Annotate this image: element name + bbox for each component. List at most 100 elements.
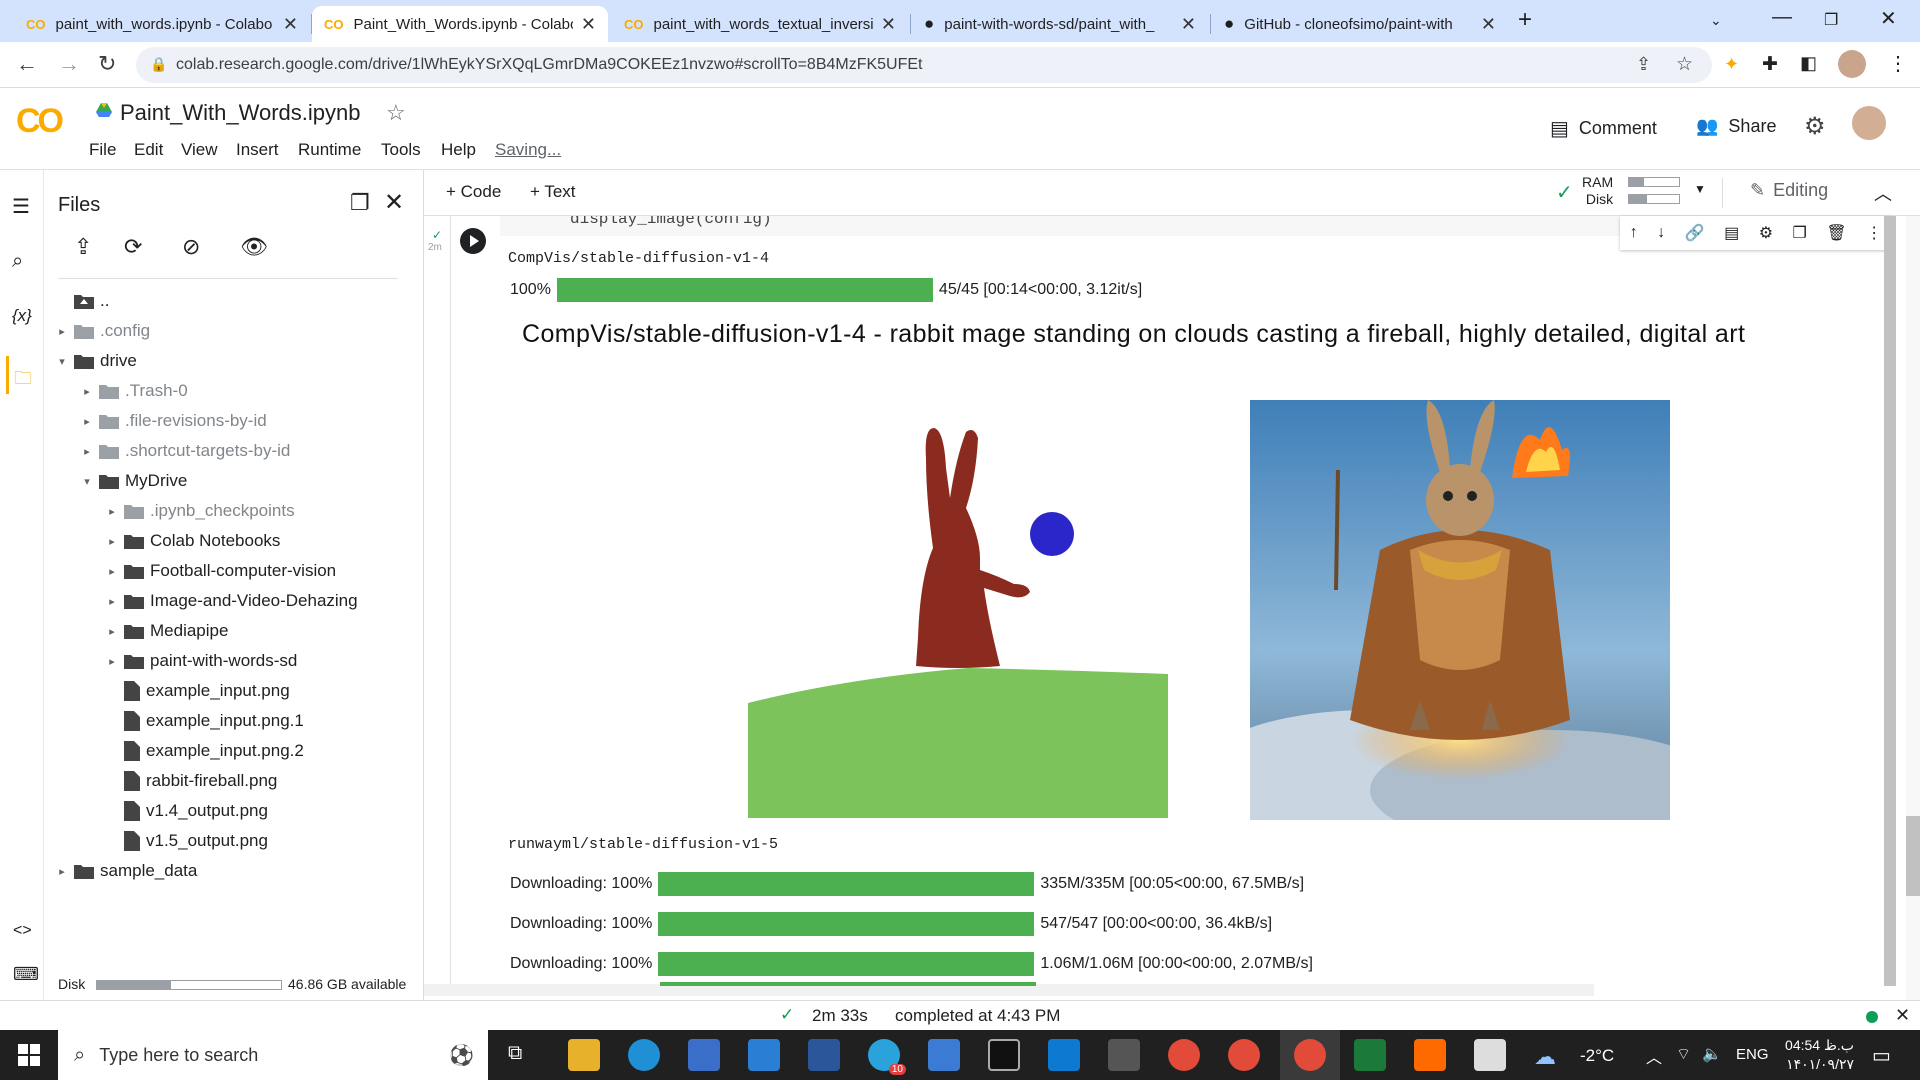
star-icon[interactable]: ☆ (386, 100, 406, 126)
browser-tab[interactable]: CO paint_with_words_textual_inversio ✕ (612, 6, 908, 42)
edge-icon[interactable] (628, 1039, 660, 1071)
tab-search-icon[interactable]: ⌄ (1710, 12, 1722, 29)
add-code-button[interactable]: + Code (446, 182, 501, 202)
caret-right-icon[interactable]: ▸ (104, 535, 120, 548)
menu-insert[interactable]: Insert (236, 140, 279, 160)
colab-logo[interactable]: CO (16, 102, 64, 141)
file-explorer-icon[interactable] (568, 1039, 600, 1071)
url-field[interactable]: 🔒 colab.research.google.com/drive/1lWhEy… (136, 47, 1712, 83)
vscode-icon[interactable] (1048, 1039, 1080, 1071)
browser-tab[interactable]: ● GitHub - cloneofsimo/paint-with ✕ (1212, 6, 1508, 42)
browser-tab-active[interactable]: CO Paint_With_Words.ipynb - Colabo ✕ (312, 6, 608, 42)
tree-file-row[interactable]: example_input.png.2 (104, 736, 304, 766)
tree-file-row[interactable]: example_input.png (104, 676, 290, 706)
profile-avatar[interactable] (1838, 50, 1866, 78)
telegram-icon[interactable]: 10 (868, 1039, 906, 1075)
table-of-contents-icon[interactable]: ☰ (12, 194, 30, 219)
tree-folder-row[interactable]: ▸ paint-with-words-sd (104, 646, 297, 676)
add-text-button[interactable]: + Text (530, 182, 576, 202)
browser-menu-icon[interactable]: ⋮ (1888, 51, 1908, 76)
caret-right-icon[interactable]: ▸ (79, 385, 95, 398)
chrome-icon[interactable] (1168, 1039, 1200, 1071)
vim-icon[interactable] (1354, 1039, 1386, 1071)
close-tab-icon[interactable]: ✕ (283, 14, 298, 35)
tree-folder-row[interactable]: .. (54, 286, 109, 316)
tree-folder-row[interactable]: ▸ .shortcut-targets-by-id (79, 436, 290, 466)
vpn-lock-icon[interactable] (1474, 1039, 1506, 1071)
tree-folder-row[interactable]: ▸ .config (54, 316, 150, 346)
notifications-icon[interactable]: ▭ (1872, 1043, 1891, 1068)
window-close-icon[interactable]: ✕ (1880, 6, 1897, 31)
chrome-active-icon[interactable] (1294, 1039, 1326, 1071)
code-snippets-icon[interactable]: <> (13, 922, 32, 940)
tree-folder-row[interactable]: ▸ Mediapipe (104, 616, 228, 646)
move-up-icon[interactable]: ↑ (1630, 224, 1638, 242)
clock[interactable]: 04:54 ب.ظ ۱۴۰۱/۰۹/۲۷ (1774, 1036, 1854, 1074)
terminal-app-icon[interactable] (988, 1039, 1020, 1071)
mail-icon[interactable] (748, 1039, 780, 1071)
tree-file-row[interactable]: v1.5_output.png (104, 826, 268, 856)
user-avatar[interactable] (1852, 106, 1886, 140)
caret-right-icon[interactable]: ▸ (104, 655, 120, 668)
close-tab-icon[interactable]: ✕ (881, 14, 896, 35)
caret-right-icon[interactable]: ▸ (79, 415, 95, 428)
link-icon[interactable]: 🔗 (1685, 223, 1705, 243)
menu-view[interactable]: View (181, 140, 218, 160)
delete-cell-icon[interactable]: 🗑 (1826, 223, 1846, 243)
word-icon[interactable] (808, 1039, 840, 1071)
close-status-icon[interactable]: ✕ (1895, 1005, 1910, 1026)
share-button[interactable]: 👥 Share (1696, 116, 1776, 137)
open-in-tab-icon[interactable]: ❐ (350, 190, 370, 216)
variables-icon[interactable]: {x} (12, 306, 32, 326)
browser-tab[interactable]: ● paint-with-words-sd/paint_with_ ✕ (912, 6, 1208, 42)
restore-icon[interactable]: ❐ (1824, 10, 1838, 30)
menu-file[interactable]: File (89, 140, 116, 160)
terminal-icon[interactable]: ⌨ (13, 964, 39, 985)
menu-help[interactable]: Help (441, 140, 476, 160)
app-window-icon[interactable] (1108, 1039, 1140, 1071)
resources-dropdown-icon[interactable]: ▼ (1694, 182, 1706, 196)
taskbar-search-box[interactable]: ⌕ Type here to search ⚽ (58, 1030, 488, 1080)
run-cell-button[interactable] (460, 228, 486, 254)
menu-tools[interactable]: Tools (381, 140, 421, 160)
tree-file-row[interactable]: example_input.png.1 (104, 706, 304, 736)
tree-file-row[interactable]: v1.4_output.png (104, 796, 268, 826)
new-tab-icon[interactable]: + (1518, 6, 1532, 34)
folder-icon[interactable]: 🗀 (14, 366, 32, 396)
extension-icon[interactable]: ✦ (1724, 54, 1739, 75)
unmount-drive-icon[interactable]: ⊘ (182, 234, 200, 260)
close-tab-icon[interactable]: ✕ (1481, 14, 1496, 35)
refresh-folder-icon[interactable]: ⟳ (124, 234, 142, 260)
tree-folder-row[interactable]: ▸ .file-revisions-by-id (79, 406, 266, 436)
menu-runtime[interactable]: Runtime (298, 140, 361, 160)
page-scrollbar[interactable] (1906, 216, 1920, 1000)
forward-icon[interactable]: → (58, 51, 80, 77)
caret-right-icon[interactable]: ▸ (104, 505, 120, 518)
volume-icon[interactable]: 🔈 (1702, 1044, 1722, 1064)
menu-edit[interactable]: Edit (134, 140, 163, 160)
caret-right-icon[interactable]: ▸ (54, 325, 70, 338)
store-icon[interactable] (688, 1039, 720, 1071)
tree-folder-row[interactable]: ▸ Image-and-Video-Dehazing (104, 586, 357, 616)
tree-folder-row[interactable]: ▸ Colab Notebooks (104, 526, 280, 556)
tray-chevron-icon[interactable]: ︿ (1646, 1044, 1662, 1068)
language-indicator[interactable]: ENG (1736, 1046, 1769, 1063)
chrome-profile-icon[interactable] (1228, 1039, 1260, 1071)
upload-icon[interactable]: ⇪ (74, 234, 92, 260)
cell-settings-icon[interactable]: ⚙ (1759, 223, 1773, 243)
minimize-icon[interactable]: — (1772, 6, 1792, 29)
caret-right-icon[interactable]: ▸ (104, 565, 120, 578)
browser-tab[interactable]: CO paint_with_words.ipynb - Colabo ✕ (14, 6, 310, 42)
caret-down-icon[interactable]: ▾ (54, 355, 70, 368)
tree-folder-row[interactable]: ▾ drive (54, 346, 137, 376)
notebook-title[interactable]: Paint_With_Words.ipynb (120, 100, 361, 126)
more-options-icon[interactable]: ⋮ (1866, 223, 1882, 243)
tree-folder-row[interactable]: ▾ MyDrive (79, 466, 187, 496)
caret-down-icon[interactable]: ▾ (79, 475, 95, 488)
tree-folder-row[interactable]: ▸ .ipynb_checkpoints (104, 496, 294, 526)
caret-right-icon[interactable]: ▸ (79, 445, 95, 458)
mirror-cell-icon[interactable]: ❐ (1793, 223, 1807, 243)
extensions-puzzle-icon[interactable]: ✚ (1762, 53, 1778, 76)
close-panel-icon[interactable]: ✕ (384, 188, 404, 217)
collapse-header-icon[interactable]: ︿ (1874, 180, 1892, 206)
